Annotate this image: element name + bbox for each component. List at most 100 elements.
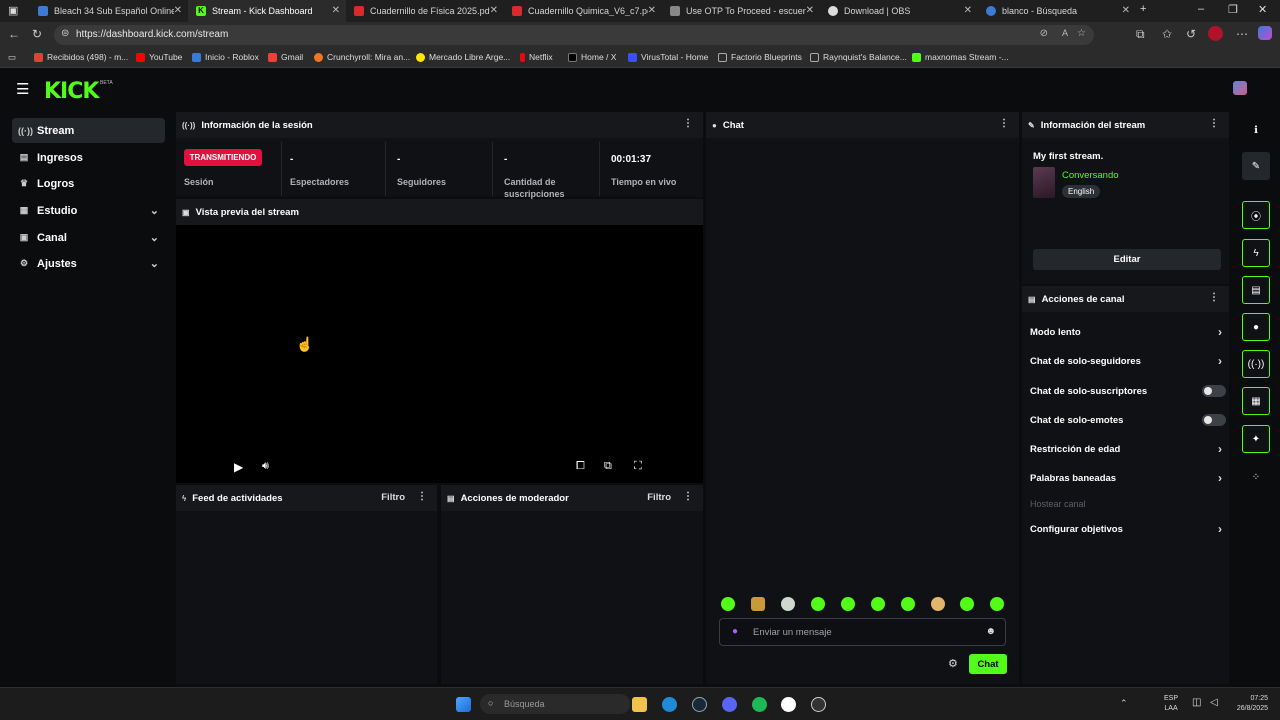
bookmark-item[interactable]: Factorio Blueprints bbox=[718, 52, 802, 62]
browser-tab[interactable]: Download | OBS ✕ bbox=[820, 0, 978, 22]
emote-icon[interactable] bbox=[841, 597, 855, 611]
category-link[interactable]: Conversando bbox=[1062, 170, 1119, 181]
emote-icon[interactable] bbox=[871, 597, 885, 611]
close-icon[interactable]: ✕ bbox=[1122, 5, 1130, 16]
more-options-icon[interactable]: ⋮ bbox=[999, 118, 1009, 129]
sidebar-item-estudio[interactable]: ▦ Estudio ⌄ bbox=[12, 198, 165, 223]
emote-icon[interactable] bbox=[751, 597, 765, 611]
app-icon[interactable] bbox=[781, 697, 796, 712]
play-icon[interactable]: ▶ bbox=[234, 460, 243, 474]
browser-tab[interactable]: Use OTP To Proceed - escuentap ✕ bbox=[662, 0, 820, 22]
action-banned-words[interactable]: Palabras baneadas › bbox=[1030, 471, 1226, 485]
chat-settings-gear-icon[interactable]: ⚙ bbox=[948, 657, 958, 670]
clock[interactable]: 07:25 26/8/2025 bbox=[1230, 694, 1268, 714]
file-explorer-icon[interactable] bbox=[632, 697, 647, 712]
chat-bubble-icon[interactable]: ● bbox=[1242, 313, 1270, 341]
kick-logo[interactable]: KICK bbox=[44, 79, 99, 104]
bookmark-item[interactable]: maxnomas Stream -... bbox=[912, 52, 1009, 62]
back-icon[interactable]: ← bbox=[8, 27, 20, 41]
theater-mode-icon[interactable]: ⧠ bbox=[576, 460, 585, 473]
action-slow-mode[interactable]: Modo lento › bbox=[1030, 325, 1226, 339]
pip-icon[interactable]: ⧉ bbox=[604, 460, 612, 473]
volume-icon[interactable]: 🔊︎ bbox=[262, 460, 269, 473]
bookmark-item[interactable]: Gmail bbox=[268, 52, 303, 62]
copilot-icon[interactable] bbox=[1258, 26, 1272, 40]
history-icon[interactable]: ↺ bbox=[1186, 27, 1196, 41]
bookmark-item[interactable]: Inicio - Roblox bbox=[192, 52, 259, 62]
more-menu-icon[interactable]: ⋯ bbox=[1236, 27, 1248, 41]
spotify-icon[interactable] bbox=[752, 697, 767, 712]
more-options-icon[interactable]: ⋮ bbox=[683, 118, 693, 129]
edit-pencil-icon[interactable]: ✎ bbox=[1242, 152, 1270, 180]
bookmark-item[interactable]: Raynquist's Balance... bbox=[810, 52, 907, 62]
browser-tab[interactable]: Bleach 34 Sub Español Online gr ✕ bbox=[30, 0, 188, 22]
emote-icon[interactable] bbox=[931, 597, 945, 611]
steam-icon[interactable] bbox=[692, 697, 707, 712]
close-icon[interactable]: ✕ bbox=[648, 5, 656, 16]
video-player[interactable] bbox=[176, 225, 703, 483]
add-widget-icon[interactable]: ⁘ bbox=[1242, 463, 1270, 491]
sidebar-item-ajustes[interactable]: ⚙ Ajustes ⌄ bbox=[12, 251, 165, 276]
read-aloud-icon[interactable]: A bbox=[1062, 28, 1068, 38]
emotes-only-toggle[interactable] bbox=[1202, 414, 1226, 426]
maximize-icon[interactable]: ❐ bbox=[1228, 3, 1238, 16]
network-icon[interactable]: ◫ bbox=[1192, 697, 1201, 708]
tracking-icon[interactable]: ⊘ bbox=[1040, 28, 1048, 39]
url-input[interactable]: ⊜ https://dashboard.kick.com/stream ⊘ A … bbox=[54, 25, 1094, 45]
emote-icon[interactable] bbox=[721, 597, 735, 611]
sidebar-item-stream[interactable]: ((·)) Stream bbox=[12, 118, 165, 143]
volume-icon[interactable]: ◁ bbox=[1210, 697, 1218, 708]
action-followers-only[interactable]: Chat de solo-seguidores › bbox=[1030, 354, 1226, 368]
discord-icon[interactable] bbox=[722, 697, 737, 712]
bookmark-item[interactable]: Mercado Libre Arge... bbox=[416, 52, 510, 62]
close-icon[interactable]: ✕ bbox=[174, 5, 182, 16]
browser-tab[interactable]: Cuadernillo de Física 2025.pdf ✕ bbox=[346, 0, 504, 22]
tab-actions-icon[interactable]: ▣ bbox=[8, 4, 18, 17]
action-configure-goals[interactable]: Configurar objetivos › bbox=[1030, 522, 1226, 536]
bolt-icon[interactable]: ϟ bbox=[1242, 239, 1270, 267]
favorites-icon[interactable]: ✩ bbox=[1162, 27, 1172, 41]
close-icon[interactable]: ✕ bbox=[490, 5, 498, 16]
sidebar-item-canal[interactable]: ▣ Canal ⌄ bbox=[12, 225, 165, 250]
sidebar-item-logros[interactable]: ♛ Logros bbox=[12, 171, 165, 196]
filter-button[interactable]: Filtro bbox=[381, 492, 405, 503]
close-window-icon[interactable]: ✕ bbox=[1258, 3, 1267, 16]
emote-icon[interactable] bbox=[901, 597, 915, 611]
close-icon[interactable]: ✕ bbox=[806, 5, 814, 16]
more-options-icon[interactable]: ⋮ bbox=[683, 491, 693, 502]
emoji-icon[interactable]: ☻ bbox=[985, 626, 996, 637]
bookmarks-icon[interactable]: ▭ bbox=[8, 52, 16, 63]
layout-icon[interactable]: ▦ bbox=[1242, 387, 1270, 415]
sidebar-item-ingresos[interactable]: ▤ Ingresos bbox=[12, 145, 165, 170]
emote-icon[interactable] bbox=[811, 597, 825, 611]
more-options-icon[interactable]: ⋮ bbox=[417, 491, 427, 502]
filter-button[interactable]: Filtro bbox=[647, 492, 671, 503]
chat-send-button[interactable]: Chat bbox=[969, 654, 1007, 674]
site-info-icon[interactable]: ⊜ bbox=[61, 28, 69, 39]
browser-tab-active[interactable]: K Stream - Kick Dashboard ✕ bbox=[188, 0, 346, 22]
more-options-icon[interactable]: ⋮ bbox=[1209, 292, 1219, 303]
browser-tab[interactable]: blanco - Búsqueda ✕ bbox=[978, 0, 1136, 22]
language-indicator[interactable]: ESP LAA bbox=[1164, 694, 1178, 714]
category-thumbnail[interactable] bbox=[1033, 167, 1055, 198]
bookmark-item[interactable]: VirusTotal - Home bbox=[628, 52, 708, 62]
camera-icon[interactable]: ⦿ bbox=[1242, 201, 1270, 229]
subscribers-only-toggle[interactable] bbox=[1202, 385, 1226, 397]
chevron-up-icon[interactable]: ⌃ bbox=[1120, 698, 1128, 709]
info-icon[interactable]: ℹ bbox=[1242, 116, 1270, 144]
close-icon[interactable]: ✕ bbox=[964, 5, 972, 16]
reload-icon[interactable]: ↻ bbox=[32, 27, 42, 41]
fullscreen-icon[interactable]: ⛶ bbox=[634, 460, 642, 473]
windows-start-icon[interactable] bbox=[456, 697, 471, 712]
profile-avatar[interactable] bbox=[1208, 26, 1223, 41]
microphone-icon[interactable]: ● bbox=[732, 626, 738, 637]
broadcast-icon[interactable]: ((·)) bbox=[1242, 350, 1270, 378]
new-tab-icon[interactable]: + bbox=[1140, 3, 1146, 15]
bookmark-item[interactable]: YouTube bbox=[136, 52, 182, 62]
browser-tab[interactable]: Cuadernillo Quimica_V6_c7.pdf ✕ bbox=[504, 0, 662, 22]
emote-icon[interactable] bbox=[990, 597, 1004, 611]
chat-message-input[interactable]: ● Enviar un mensaje ☻ bbox=[719, 618, 1006, 646]
document-icon[interactable]: ▤ bbox=[1242, 276, 1270, 304]
bookmark-item[interactable]: Home / X bbox=[568, 52, 616, 62]
split-screen-icon[interactable]: ⧉ bbox=[1136, 27, 1145, 42]
